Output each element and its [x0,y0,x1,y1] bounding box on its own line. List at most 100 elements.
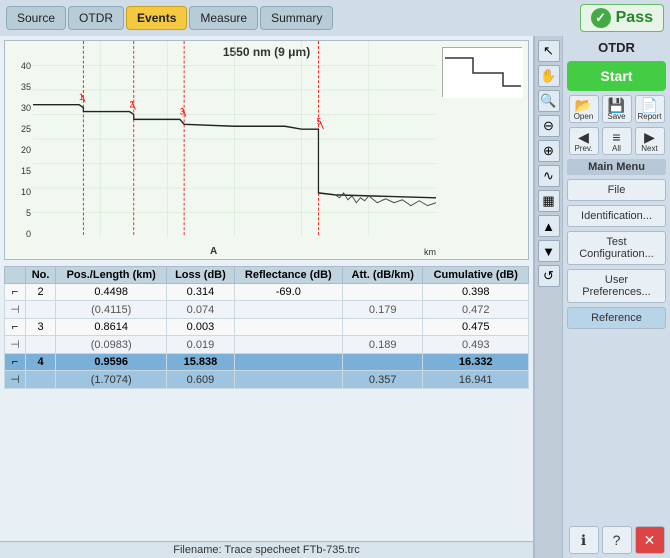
col-att-header: Att. (dB/km) [342,267,423,284]
col-pos-header: Pos./Length (km) [56,267,167,284]
event-att [342,284,423,301]
icon-row-1: 📂 Open 💾 Save 📄 Report [567,95,666,123]
event-no: 4 [26,354,56,371]
tab-events[interactable]: Events [126,6,187,30]
wave-btn[interactable]: ∿ [538,165,560,187]
event-icon: ⌐ [5,284,26,301]
event-pos: (0.4115) [56,301,167,319]
tab-source[interactable]: Source [6,6,66,30]
next-btn[interactable]: ▶ Next [635,127,665,155]
info-icon: ℹ [581,533,586,547]
reset-btn[interactable]: ↺ [538,265,560,287]
prev-icon: ◀ [578,130,589,144]
help-icon: ? [613,533,621,547]
table-row[interactable]: ⊣(0.4115)0.0740.1790.472 [5,301,529,319]
event-no: 2 [26,284,56,301]
vert-toolbar: ↖ ✋ 🔍 ⊖ ⊕ ∿ ▦ ▲ ▼ ↺ [534,36,562,558]
event-cumulative: 16.332 [423,354,529,371]
event-loss: 0.003 [167,319,234,336]
save-label: Save [607,113,625,121]
menu-file[interactable]: File [567,179,666,201]
event-cumulative: 0.493 [423,336,529,354]
prev-btn[interactable]: ◀ Prev. [569,127,599,155]
up-arrow-btn[interactable]: ▲ [538,215,560,237]
pass-badge: ✓ Pass [580,4,664,32]
save-icon: 💾 [608,98,625,112]
next-icon: ▶ [644,130,655,144]
event-pos: (0.0983) [56,336,167,354]
event-icon: ⊣ [5,301,26,319]
grid-btn[interactable]: ▦ [538,190,560,212]
info-btn[interactable]: ℹ [569,526,599,554]
report-label: Report [637,113,661,121]
col-loss-header: Loss (dB) [167,267,234,284]
event-reflectance [234,371,342,389]
report-icon: 📄 [641,98,658,112]
fit-btn[interactable]: ⊕ [538,140,560,162]
pass-label: Pass [616,9,653,27]
hand-tool-btn[interactable]: ✋ [538,65,560,87]
bottom-icon-row: ℹ ? ✕ [567,526,666,554]
event-cumulative: 16.941 [423,371,529,389]
left-panel: 1550 nm (9 μm) 40 35 30 25 20 15 10 5 0 [0,36,534,558]
event-reflectance [234,336,342,354]
event-icon: ⌐ [5,319,26,336]
event-icon: ⌐ [5,354,26,371]
close-btn[interactable]: ✕ [635,526,665,554]
open-btn[interactable]: 📂 Open [569,95,599,123]
event-pos: 0.4498 [56,284,167,301]
event-no: 3 [26,319,56,336]
event-loss: 0.074 [167,301,234,319]
event-no [26,336,56,354]
report-btn[interactable]: 📄 Report [635,95,665,123]
zoom-in-btn[interactable]: 🔍 [538,90,560,112]
tab-otdr[interactable]: OTDR [68,6,124,30]
table-row[interactable]: ⊣(1.7074)0.6090.35716.941 [5,371,529,389]
table-row[interactable]: ⊣ (0.0983)0.019 0.1890.493 [5,336,529,354]
zoom-out-btn[interactable]: ⊖ [538,115,560,137]
save-btn[interactable]: 💾 Save [602,95,632,123]
event-att [342,354,423,371]
col-no-header: No. [26,267,56,284]
table-row[interactable]: ⌐20.44980.314-69.00.398 [5,284,529,301]
event-reflectance [234,354,342,371]
close-icon: ✕ [644,533,656,547]
event-icon: ⊣ [5,336,26,354]
event-reflectance [234,301,342,319]
xaxis-label-a: A [210,246,217,257]
down-arrow-btn[interactable]: ▼ [538,240,560,262]
right-panel: OTDR Start 📂 Open 💾 Save 📄 Report ◀ Prev… [562,36,670,558]
menu-identification[interactable]: Identification... [567,205,666,227]
xaxis-label-km: km [424,247,436,257]
thumbnail-svg [443,48,523,98]
col-cumulative-header: Cumulative (dB) [423,267,529,284]
menu-test-config[interactable]: Test Configuration... [567,231,666,265]
top-nav: Source OTDR Events Measure Summary ✓ Pas… [0,0,670,36]
tab-summary[interactable]: Summary [260,6,333,30]
event-loss: 0.019 [167,336,234,354]
all-btn[interactable]: ≡ All [602,127,632,155]
tab-measure[interactable]: Measure [189,6,258,30]
prev-label: Prev. [574,145,592,153]
table-row[interactable]: ⌐30.86140.003 0.475 [5,319,529,336]
event-pos: 0.8614 [56,319,167,336]
table-area: No. Pos./Length (km) Loss (dB) Reflectan… [4,266,529,539]
start-button[interactable]: Start [567,61,666,91]
event-no [26,371,56,389]
cursor-tool-btn[interactable]: ↖ [538,40,560,62]
event-att: 0.189 [342,336,423,354]
event-cumulative: 0.475 [423,319,529,336]
event-loss: 0.609 [167,371,234,389]
event-no [26,301,56,319]
menu-reference[interactable]: Reference [567,307,666,329]
event-att: 0.357 [342,371,423,389]
menu-user-prefs[interactable]: User Preferences... [567,269,666,303]
data-table: No. Pos./Length (km) Loss (dB) Reflectan… [4,266,529,389]
event-reflectance [234,319,342,336]
table-row[interactable]: ⌐40.959615.83816.332 [5,354,529,371]
event-cumulative: 0.472 [423,301,529,319]
all-label: All [612,145,621,153]
right-panel-title: OTDR [567,40,666,57]
help-btn[interactable]: ? [602,526,632,554]
table-header-row: No. Pos./Length (km) Loss (dB) Reflectan… [5,267,529,284]
